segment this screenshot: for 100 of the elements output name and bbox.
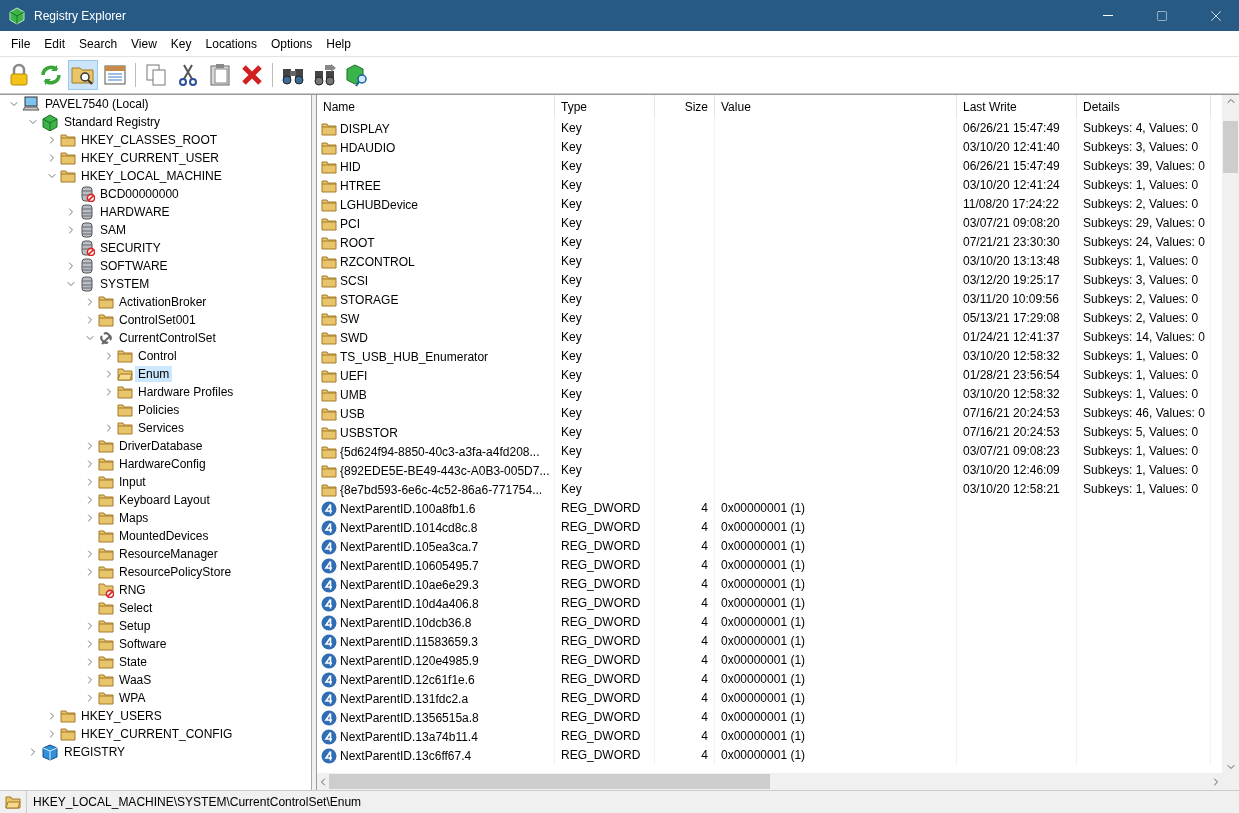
- folder-icon: [60, 169, 76, 183]
- column-header[interactable]: Name: [317, 95, 555, 118]
- toolbar-button[interactable]: [68, 60, 98, 90]
- folder-icon: [98, 295, 114, 309]
- tree-item[interactable]: Enum: [135, 366, 173, 382]
- tree-item[interactable]: SECURITY: [97, 240, 164, 256]
- tree-item[interactable]: ControlSet001: [116, 312, 199, 328]
- tree-item[interactable]: MountedDevices: [116, 528, 212, 544]
- tree-item[interactable]: Standard Registry: [61, 114, 164, 130]
- folder-icon: [321, 444, 337, 459]
- tree-item[interactable]: CurrentControlSet: [116, 330, 219, 346]
- tree-item[interactable]: Policies: [135, 402, 183, 418]
- vertical-scrollbar[interactable]: [1222, 95, 1239, 773]
- table-cell: Key: [555, 347, 655, 366]
- table-cell: REG_DWORD: [555, 746, 655, 765]
- tree-item[interactable]: ActivationBroker: [116, 294, 210, 310]
- folder-icon: [98, 619, 114, 633]
- tree-item[interactable]: HKEY_CURRENT_USER: [78, 150, 223, 166]
- tree-item[interactable]: HARDWARE: [97, 204, 173, 220]
- folder-icon: [321, 463, 337, 478]
- menu-item[interactable]: Key: [163, 34, 199, 53]
- tree-item[interactable]: SYSTEM: [97, 276, 153, 292]
- menu-item[interactable]: Options: [263, 34, 320, 53]
- table-cell: Subkeys: 3, Values: 0: [1077, 138, 1211, 157]
- name-text: UEFI: [340, 368, 368, 383]
- tree-item[interactable]: REGISTRY: [61, 744, 129, 760]
- folder-icon: [321, 406, 337, 421]
- table-cell: Subkeys: 46, Values: 0: [1077, 404, 1211, 423]
- tree-item[interactable]: WaaS: [116, 672, 155, 688]
- column-header[interactable]: Last Write: [957, 95, 1077, 118]
- tree-item[interactable]: Input: [116, 474, 149, 490]
- number-value-icon: [321, 557, 337, 574]
- name-text: {8e7bd593-6e6c-4c52-86a6-771754...: [340, 482, 543, 497]
- column-header[interactable]: Type: [555, 95, 655, 118]
- name-text: PCI: [340, 216, 360, 231]
- table-cell: Key: [555, 423, 655, 442]
- table-cell: Key: [555, 176, 655, 195]
- tree-item[interactable]: Software: [116, 636, 170, 652]
- name-text: NextParentID.10dcb36.8: [340, 615, 472, 630]
- tree-item[interactable]: Services: [135, 420, 187, 436]
- folder-icon: [98, 565, 114, 579]
- folder-icon: [117, 349, 133, 363]
- folder-icon: [321, 216, 337, 231]
- menu-item[interactable]: Search: [72, 34, 125, 53]
- tree-item[interactable]: PAVEL7540 (Local): [42, 96, 152, 112]
- column-header[interactable]: Details: [1077, 95, 1211, 118]
- scrollbar-thumb[interactable]: [1223, 121, 1238, 173]
- tree-item[interactable]: HKEY_USERS: [78, 708, 165, 724]
- tree-item[interactable]: HardwareConfig: [116, 456, 209, 472]
- table-cell: 4: [655, 518, 715, 537]
- name-text: SCSI: [340, 273, 368, 288]
- menu-item[interactable]: Edit: [37, 34, 73, 53]
- tree-item[interactable]: WPA: [116, 690, 149, 706]
- folder-denied-icon: [98, 582, 114, 598]
- menu-item[interactable]: View: [124, 34, 164, 53]
- folder-icon: [98, 655, 114, 669]
- table-cell: Subkeys: 14, Values: 0: [1077, 328, 1211, 347]
- name-text: ROOT: [340, 235, 375, 250]
- column-header[interactable]: Value: [715, 95, 957, 118]
- column-header[interactable]: Size: [655, 95, 715, 118]
- tree-item[interactable]: ResourceManager: [116, 546, 221, 562]
- folder-icon: [98, 601, 114, 615]
- table-cell: 4: [655, 727, 715, 746]
- table-cell: 03/10/20 12:58:32: [957, 385, 1077, 404]
- tree-item[interactable]: DriverDatabase: [116, 438, 206, 454]
- tree-item[interactable]: HKEY_CLASSES_ROOT: [78, 132, 221, 148]
- tree-item[interactable]: RNG: [116, 582, 149, 598]
- table-cell: 4: [655, 556, 715, 575]
- tree-item[interactable]: Keyboard Layout: [116, 492, 213, 508]
- open-folder-icon: [117, 367, 133, 381]
- scrollbar-thumb[interactable]: [329, 774, 770, 789]
- tree-item[interactable]: ResourcePolicyStore: [116, 564, 235, 580]
- folder-icon: [117, 421, 133, 435]
- table-cell: 4: [655, 651, 715, 670]
- menu-item[interactable]: File: [4, 34, 38, 53]
- table-cell: Subkeys: 2, Values: 0: [1077, 195, 1211, 214]
- folder-icon: [98, 691, 114, 705]
- tree-item[interactable]: Setup: [116, 618, 154, 634]
- number-value-icon: [321, 595, 337, 612]
- tree-item[interactable]: BCD00000000: [97, 186, 182, 202]
- table-cell: Key: [555, 252, 655, 271]
- folder-icon: [321, 368, 337, 383]
- menu-item[interactable]: Locations: [198, 34, 264, 53]
- tree-item[interactable]: Hardware Profiles: [135, 384, 237, 400]
- table-cell: Subkeys: 1, Values: 0: [1077, 385, 1211, 404]
- tree-item[interactable]: HKEY_LOCAL_MACHINE: [78, 168, 225, 184]
- tree-item[interactable]: SAM: [97, 222, 129, 238]
- tree-item[interactable]: SOFTWARE: [97, 258, 171, 274]
- tree-item[interactable]: Select: [116, 600, 156, 616]
- horizontal-scrollbar[interactable]: [317, 773, 1239, 790]
- status-path: HKEY_LOCAL_MACHINE\SYSTEM\CurrentControlSet\Enum: [26, 791, 1239, 813]
- name-text: NextParentID.13c6ff67.4: [340, 748, 472, 763]
- tree-item[interactable]: Maps: [116, 510, 152, 526]
- name-text: NextParentID.12c61f1e.6: [340, 672, 475, 687]
- tree-item[interactable]: HKEY_CURRENT_CONFIG: [78, 726, 236, 742]
- tree-item[interactable]: Control: [135, 348, 180, 364]
- tree-item[interactable]: State: [116, 654, 151, 670]
- pane-splitter[interactable]: [312, 95, 317, 790]
- menu-item[interactable]: Help: [319, 34, 358, 53]
- maximize-icon: [1156, 9, 1168, 22]
